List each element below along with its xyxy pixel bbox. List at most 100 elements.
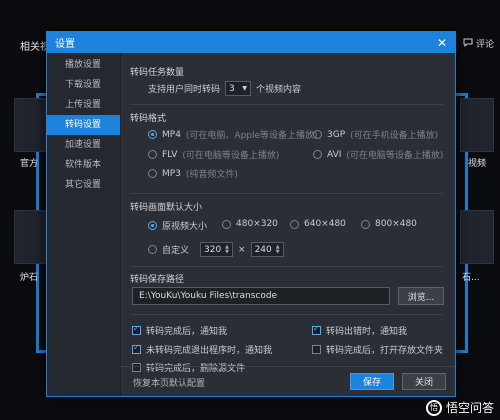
browse-button[interactable]: 浏览... <box>398 287 444 305</box>
size-option-custom[interactable]: 自定义 320 ▲ ▼ × 240 ▲ ▼ <box>148 242 284 257</box>
sidebar-item-playback[interactable]: 播放设置 <box>47 55 120 75</box>
format-name: MP3 <box>162 168 181 179</box>
background-label: 石... <box>462 273 480 283</box>
custom-width-stepper[interactable]: 320 ▲ ▼ <box>200 242 234 257</box>
close-button[interactable]: 关闭 <box>402 373 446 390</box>
radio-button[interactable] <box>313 150 322 159</box>
divider <box>130 104 443 105</box>
background-thumbnail[interactable] <box>460 210 494 264</box>
section-title-path: 转码保存路径 <box>130 275 185 285</box>
format-option-flv[interactable]: FLV (可在电脑等设备上播放) <box>148 148 279 161</box>
sidebar-item-download[interactable]: 下载设置 <box>47 75 120 95</box>
settings-sidebar: 播放设置 下载设置 上传设置 转码设置 加速设置 软件版本 其它设置 <box>47 53 121 396</box>
background-thumbnail[interactable] <box>14 98 46 152</box>
background-label: 视频 <box>468 159 487 169</box>
size-option-original[interactable]: 原视频大小 <box>148 219 207 232</box>
custom-width-value: 320 <box>204 244 222 255</box>
watermark: 悟 悟空问答 <box>425 399 494 416</box>
comment-icon <box>463 38 473 50</box>
format-option-mp3[interactable]: MP3 (纯音频文件) <box>148 167 238 180</box>
checkbox[interactable] <box>312 345 321 354</box>
dialog-titlebar[interactable]: 设置 ✕ <box>47 32 455 53</box>
notify-on-error[interactable]: 转码出错时，通知我 <box>312 324 407 337</box>
background-label: 官方 <box>20 159 39 169</box>
task-count-value: 3 <box>229 83 235 94</box>
section-title-format: 转码格式 <box>130 114 167 124</box>
format-name: FLV <box>162 149 178 160</box>
format-hint: (可在电脑等设备上播放) <box>182 151 280 161</box>
restore-defaults-link[interactable]: 恢复本页默认配置 <box>133 376 205 389</box>
radio-button[interactable] <box>290 219 299 229</box>
stepper-arrows-icon[interactable]: ▲ ▼ <box>276 244 280 255</box>
radio-button[interactable] <box>222 219 231 229</box>
dialog-title: 设置 <box>55 39 75 50</box>
sidebar-item-acceleration[interactable]: 加速设置 <box>47 135 120 155</box>
custom-height-stepper[interactable]: 240 ▲ ▼ <box>250 242 284 257</box>
open-folder-on-complete[interactable]: 转码完成后，打开存放文件夹 <box>312 343 443 356</box>
radio-button[interactable] <box>148 245 157 254</box>
comment-link[interactable]: 评论 <box>463 37 494 50</box>
dialog-footer: 恢复本页默认配置 保存 关闭 <box>120 366 455 396</box>
notify-on-complete[interactable]: 转码完成后，通知我 <box>132 324 227 337</box>
section-title-tasks: 转码任务数量 <box>130 68 185 78</box>
size-label: 480×320 <box>236 219 278 229</box>
format-option-mp4[interactable]: MP4 (可在电脑、Apple等设备上播放) <box>148 128 318 141</box>
comment-label: 评论 <box>475 40 494 50</box>
radio-button[interactable] <box>148 221 157 230</box>
sidebar-item-version[interactable]: 软件版本 <box>47 155 120 175</box>
settings-main: 转码任务数量 支持用户同时转码 3 ▼ 个视频内容 转码格式 MP4 (可在电脑… <box>130 53 455 396</box>
format-option-3gp[interactable]: 3GP (可在手机设备上播放) <box>313 128 438 141</box>
sidebar-item-upload[interactable]: 上传设置 <box>47 95 120 115</box>
task-count-prefix: 支持用户同时转码 <box>148 85 221 95</box>
close-icon[interactable]: ✕ <box>437 37 447 49</box>
checkbox-label: 未转码完成退出程序时，通知我 <box>146 346 273 356</box>
task-count-row: 支持用户同时转码 3 ▼ 个视频内容 <box>148 81 301 96</box>
wukong-logo-icon: 悟 <box>425 399 442 416</box>
format-option-avi[interactable]: AVI (可在电脑等设备上播放) <box>313 148 443 161</box>
checkbox[interactable] <box>312 324 321 335</box>
save-path-input[interactable]: E:\YouKu\Youku Files\transcode <box>132 287 390 305</box>
notify-on-exit-unfinished[interactable]: 未转码完成退出程序时，通知我 <box>132 343 272 356</box>
size-option-480x320[interactable]: 480×320 <box>222 219 278 229</box>
background-thumbnail[interactable] <box>460 98 494 152</box>
format-hint: (纯音频文件) <box>185 170 238 180</box>
format-name: AVI <box>327 149 342 160</box>
watermark-text: 悟空问答 <box>445 401 494 415</box>
format-hint: (可在电脑、Apple等设备上播放) <box>185 131 318 141</box>
format-name: 3GP <box>327 129 346 140</box>
divider <box>130 266 443 267</box>
task-count-suffix: 个视频内容 <box>256 85 302 95</box>
radio-button[interactable] <box>313 130 322 139</box>
background-label: 炉石 <box>20 273 39 283</box>
times-sign: × <box>238 244 246 255</box>
radio-button[interactable] <box>148 169 157 178</box>
settings-dialog: 设置 ✕ 播放设置 下载设置 上传设置 转码设置 加速设置 软件版本 其它设置 … <box>46 31 456 397</box>
size-option-640x480[interactable]: 640×480 <box>290 219 346 229</box>
custom-size-label: 自定义 <box>162 246 190 256</box>
radio-button[interactable] <box>361 219 370 229</box>
checkbox[interactable] <box>132 324 141 335</box>
chevron-down-icon: ▼ <box>242 85 248 92</box>
checkbox-label: 转码完成后，打开存放文件夹 <box>326 346 444 356</box>
task-count-select[interactable]: 3 ▼ <box>225 81 252 96</box>
stepper-arrows-icon[interactable]: ▲ ▼ <box>225 244 229 255</box>
checkbox-label: 转码出错时，通知我 <box>326 327 408 337</box>
format-hint: (可在手机设备上播放) <box>350 131 439 141</box>
radio-button[interactable] <box>148 130 157 139</box>
size-label: 原视频大小 <box>162 222 208 232</box>
divider <box>130 314 443 315</box>
radio-button[interactable] <box>148 150 157 159</box>
size-option-800x480[interactable]: 800×480 <box>361 219 417 229</box>
sidebar-item-other[interactable]: 其它设置 <box>47 175 120 195</box>
custom-height-value: 240 <box>254 244 272 255</box>
size-label: 800×480 <box>375 219 417 229</box>
save-button[interactable]: 保存 <box>350 373 394 390</box>
background-thumbnail[interactable] <box>14 210 46 264</box>
section-title-size: 转码画面默认大小 <box>130 203 203 213</box>
sidebar-item-transcode[interactable]: 转码设置 <box>47 115 120 135</box>
format-name: MP4 <box>162 129 181 140</box>
divider <box>130 193 443 194</box>
checkbox-label: 转码完成后，通知我 <box>146 327 228 337</box>
checkbox[interactable] <box>132 343 141 354</box>
format-hint: (可在电脑等设备上播放) <box>346 151 444 161</box>
